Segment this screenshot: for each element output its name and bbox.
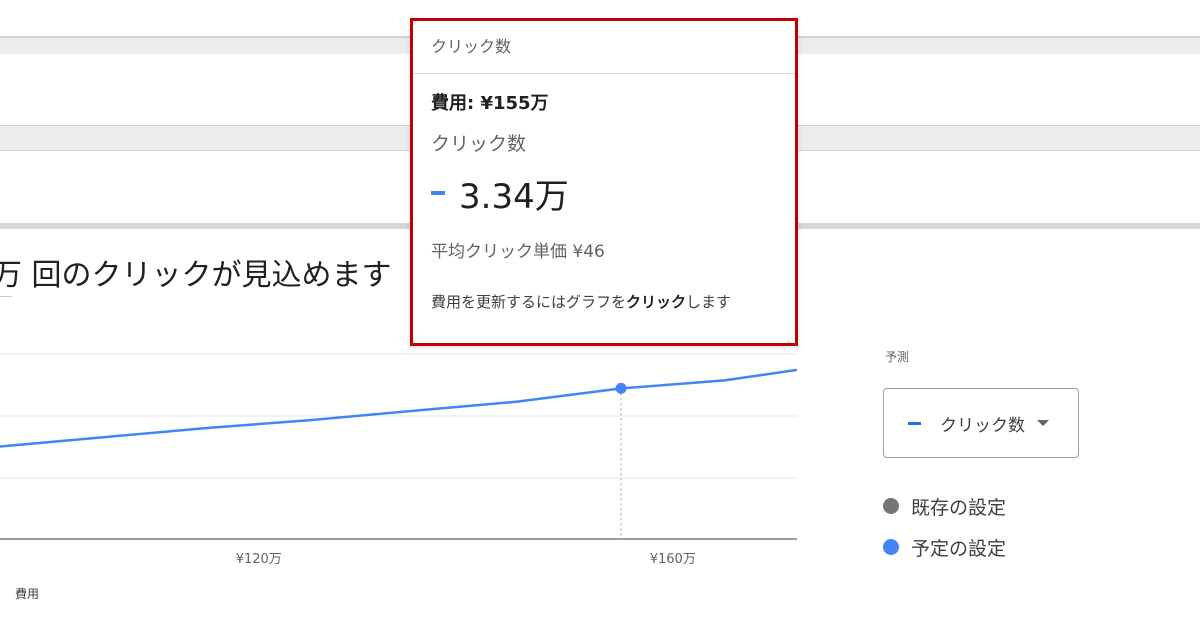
x-tick-label: ¥120万 [236,552,282,567]
series-line [0,368,798,448]
hint-emphasis: クリック [626,293,687,311]
page: 万 回のクリックが見込めます ¥120万 ¥160万 費用 クリック数 費用: ¥… [0,0,1200,630]
legend-dot-icon [883,539,899,555]
chevron-down-icon [1037,420,1049,426]
x-axis-label: 費用 [15,587,40,601]
hover-point [615,382,627,394]
tooltip-metric-label: クリック数 [431,133,527,155]
legend-label: 既存の設定 [911,496,1007,519]
x-tick-label: ¥160万 [650,552,696,567]
series-line-icon [431,191,445,195]
forecast-label: 予測 [885,350,910,364]
chart-legend: 既存の設定 予定の設定 [883,492,1006,574]
headline-text: 回のクリックが見込めます [31,258,392,293]
legend-item-existing[interactable]: 既存の設定 [883,492,1006,520]
tooltip-cost: 費用: ¥155万 [431,93,549,114]
divider [0,296,12,297]
headline-value-fragment: 万 [0,258,22,293]
metric-select-value: クリック数 [940,415,1025,436]
legend-dot-icon [883,498,899,514]
metric-select[interactable]: クリック数 [883,388,1079,458]
tooltip-avg-cpc: 平均クリック単価 ¥46 [431,242,605,262]
tooltip-metric-value: 3.34万 [459,176,569,217]
legend-label: 予定の設定 [911,537,1007,560]
hint-text: 費用を更新するにはグラフを [431,293,627,311]
tooltip-value-row: 3.34万 [431,171,569,217]
forecast-headline: 万 回のクリックが見込めます [0,250,392,294]
legend-item-planned[interactable]: 予定の設定 [883,533,1006,561]
chart-tooltip: クリック数 費用: ¥155万 クリック数 3.34万 平均クリック単価 ¥46… [410,18,798,346]
tooltip-header: クリック数 [413,21,795,74]
series-line-icon [908,421,921,425]
tooltip-hint: 費用を更新するにはグラフをクリックします [431,289,793,316]
hint-text-end: します [686,293,732,311]
forecast-chart[interactable]: ¥120万 ¥160万 [0,340,800,610]
